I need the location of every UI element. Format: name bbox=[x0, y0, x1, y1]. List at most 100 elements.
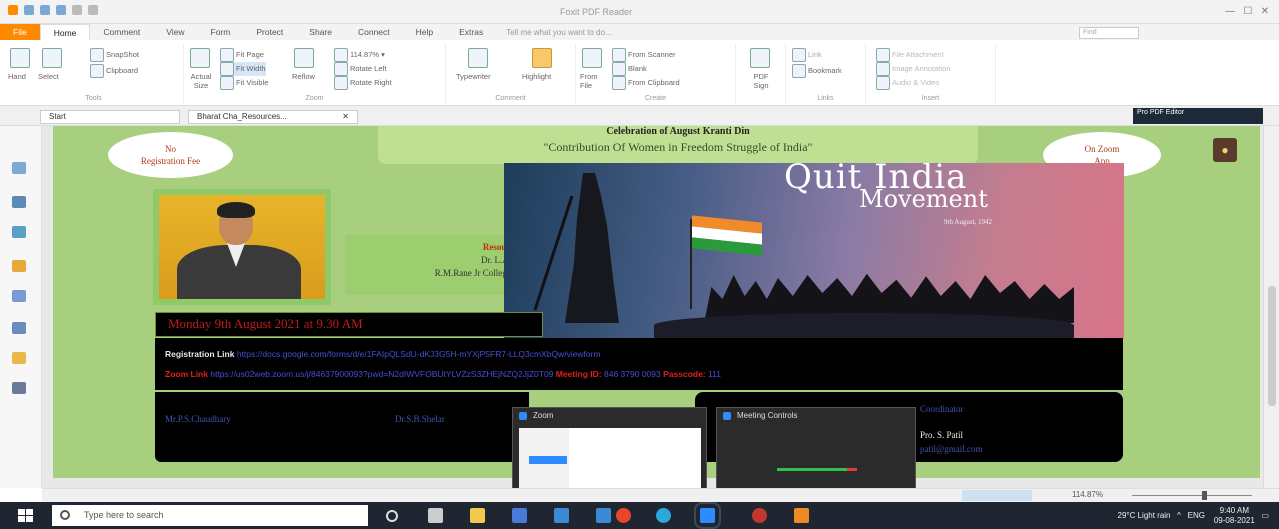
tab-help[interactable]: Help bbox=[403, 24, 446, 40]
india-flag bbox=[692, 215, 762, 256]
notification-icon[interactable]: ▭ bbox=[1261, 511, 1269, 520]
from-file-label: From File bbox=[580, 72, 598, 90]
zoom-slider[interactable] bbox=[1132, 495, 1252, 496]
meeting-controls-title: Meeting Controls bbox=[717, 408, 915, 424]
save-icon[interactable] bbox=[40, 5, 50, 15]
zoom-app-icon[interactable] bbox=[694, 502, 721, 529]
highlight-icon[interactable] bbox=[532, 48, 552, 68]
fit-width-button[interactable]: Fit Width bbox=[220, 62, 266, 76]
tab-view[interactable]: View bbox=[153, 24, 197, 40]
tab-connect[interactable]: Connect bbox=[345, 24, 403, 40]
comments-icon[interactable] bbox=[12, 260, 26, 272]
tab-document[interactable]: Bharat Cha_Resources... ✕ bbox=[188, 110, 358, 124]
link-button[interactable]: Link bbox=[792, 48, 822, 62]
find-input[interactable]: Find bbox=[1079, 27, 1139, 39]
registration-link[interactable]: https://docs.google.com/forms/d/e/1FAIpQ… bbox=[237, 349, 601, 359]
coordinator-email[interactable]: patil@gmail.com bbox=[920, 444, 983, 454]
bookmark-button[interactable]: Bookmark bbox=[792, 64, 842, 78]
tab-extras[interactable]: Extras bbox=[446, 24, 496, 40]
rotate-left-button[interactable]: Rotate Left bbox=[334, 62, 387, 76]
zoom-slider-thumb[interactable] bbox=[1202, 491, 1207, 500]
window-controls[interactable]: — ☐ ✕ bbox=[1225, 6, 1269, 17]
signature-icon[interactable] bbox=[12, 322, 26, 334]
destinations-icon[interactable] bbox=[12, 382, 26, 394]
event-date: Monday 9th August 2021 at 9.30 AM bbox=[155, 312, 543, 337]
header-title: Celebration of August Kranti Din bbox=[606, 126, 750, 137]
tab-home[interactable]: Home bbox=[39, 24, 91, 40]
meeting-controls-window[interactable]: Meeting Controls bbox=[716, 407, 916, 501]
foxit-icon[interactable] bbox=[794, 508, 809, 523]
quit-india-banner: Quit India Movement 9th August, 1942 bbox=[504, 163, 1124, 338]
open-icon[interactable] bbox=[24, 5, 34, 15]
store-icon[interactable] bbox=[512, 508, 527, 523]
audio-video-button[interactable]: Audio & Video bbox=[876, 76, 939, 90]
undo-icon[interactable] bbox=[72, 5, 82, 15]
print-icon[interactable] bbox=[56, 5, 66, 15]
rotate-right-button[interactable]: Rotate Right bbox=[334, 76, 392, 90]
group-label-links: Links bbox=[817, 95, 834, 102]
clock[interactable]: 9:40 AM 09-08-2021 bbox=[1214, 506, 1255, 526]
tab-form[interactable]: Form bbox=[198, 24, 244, 40]
scroll-thumb[interactable] bbox=[1268, 286, 1276, 406]
zoom-level[interactable]: 114.87% bbox=[1072, 490, 1103, 499]
task-view-icon[interactable] bbox=[428, 508, 443, 523]
redo-icon[interactable] bbox=[88, 5, 98, 15]
zoom-window[interactable]: Zoom bbox=[512, 407, 707, 501]
from-file-icon[interactable] bbox=[582, 48, 602, 68]
tell-me-box[interactable]: Tell me what you want to do... bbox=[506, 28, 611, 37]
close-tab-icon[interactable]: ✕ bbox=[342, 111, 349, 123]
mail-icon[interactable] bbox=[554, 508, 569, 523]
windows-start-icon[interactable] bbox=[18, 509, 34, 523]
photos-icon[interactable] bbox=[596, 508, 611, 523]
zoom-link-label: Zoom Link bbox=[165, 369, 208, 379]
pages-icon[interactable] bbox=[12, 196, 26, 208]
zoom-select[interactable]: 114.87% ▾ bbox=[334, 48, 385, 62]
group-insert: File Attachment Image Annotation Audio &… bbox=[866, 44, 996, 104]
group-label-create: Create bbox=[644, 95, 666, 102]
bookmarks-icon[interactable] bbox=[12, 162, 26, 174]
chrome-icon[interactable] bbox=[616, 508, 631, 523]
clipboard-button[interactable]: Clipboard bbox=[90, 64, 138, 78]
registration-fee-oval: No Registration Fee bbox=[108, 132, 233, 178]
hand-icon[interactable] bbox=[10, 48, 30, 68]
bulb-icon[interactable]: ● bbox=[1213, 138, 1237, 162]
security-icon[interactable] bbox=[12, 352, 26, 364]
from-scanner-button[interactable]: From Scanner bbox=[612, 48, 676, 62]
pdf-sign-icon[interactable] bbox=[750, 48, 770, 68]
file-explorer-icon[interactable] bbox=[470, 508, 485, 523]
highlight-label: Highlight bbox=[522, 72, 552, 81]
vertical-scrollbar[interactable] bbox=[1263, 126, 1279, 488]
tab-file[interactable]: File bbox=[0, 24, 40, 40]
actual-size-icon[interactable] bbox=[190, 48, 210, 68]
edge-icon[interactable] bbox=[656, 508, 671, 523]
tab-protect[interactable]: Protect bbox=[243, 24, 296, 40]
gandhi-silhouette bbox=[565, 173, 619, 323]
language[interactable]: ENG bbox=[1188, 511, 1205, 520]
image-annotation-button[interactable]: Image Annotation bbox=[876, 62, 950, 76]
coordinator-name: Pro. S. Patil bbox=[920, 430, 964, 440]
blank-button[interactable]: Blank bbox=[612, 62, 647, 76]
taskbar-search[interactable]: Type here to search bbox=[52, 505, 368, 526]
promo-banner[interactable]: Pro PDF Editor bbox=[1133, 108, 1263, 124]
layers-icon[interactable] bbox=[12, 226, 26, 238]
snapshot-button[interactable]: SnapShot bbox=[90, 48, 139, 62]
passcode-label: Passcode: bbox=[663, 369, 706, 379]
file-attachment-button[interactable]: File Attachment bbox=[876, 48, 944, 62]
reflow-icon[interactable] bbox=[294, 48, 314, 68]
fit-page-button[interactable]: Fit Page bbox=[220, 48, 264, 62]
typewriter-icon[interactable] bbox=[468, 48, 488, 68]
from-clipboard-button[interactable]: From Clipboard bbox=[612, 76, 680, 90]
recorder-icon[interactable] bbox=[752, 508, 767, 523]
organizers-panel: Mr.P.S.Chaudhary Dr.S.B.Shelar bbox=[155, 392, 529, 462]
tab-share[interactable]: Share bbox=[296, 24, 345, 40]
select-icon[interactable] bbox=[42, 48, 62, 68]
fit-visible-button[interactable]: Fit Visible bbox=[220, 76, 268, 90]
view-mode-buttons[interactable] bbox=[962, 490, 1032, 501]
cortana-icon[interactable] bbox=[386, 510, 398, 522]
tab-comment[interactable]: Comment bbox=[90, 24, 153, 40]
tab-start[interactable]: Start bbox=[40, 110, 180, 124]
weather[interactable]: 29°C Light rain bbox=[1118, 511, 1171, 520]
group-links: Link Bookmark Links bbox=[786, 44, 866, 104]
attachments-icon[interactable] bbox=[12, 290, 26, 302]
zoom-link[interactable]: https://us02web.zoom.us/j/84637900093?pw… bbox=[210, 369, 553, 379]
